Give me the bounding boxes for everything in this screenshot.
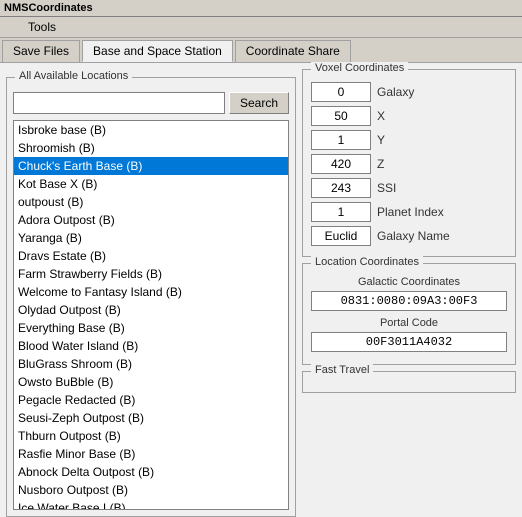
list-item[interactable]: Abnock Delta Outpost (B): [14, 463, 288, 481]
list-item[interactable]: Everything Base (B): [14, 319, 288, 337]
z-label: Z: [377, 157, 384, 171]
menu-bar: Tools: [0, 17, 522, 38]
tab-save-files[interactable]: Save Files: [2, 40, 80, 62]
y-row: Y: [311, 130, 507, 150]
y-label: Y: [377, 133, 385, 147]
list-item[interactable]: Seusi-Zeph Outpost (B): [14, 409, 288, 427]
ssi-label: SSI: [377, 181, 396, 195]
planet-index-row: Planet Index: [311, 202, 507, 222]
galaxy-label: Galaxy: [377, 85, 414, 99]
z-row: Z: [311, 154, 507, 174]
galaxy-input[interactable]: [311, 82, 371, 102]
locations-group-content: Search Isbroke base (B)Shroomish (B)Chuc…: [7, 78, 295, 516]
planet-index-label: Planet Index: [377, 205, 444, 219]
location-coords-content: Galactic Coordinates 0831:0080:09A3:00F3…: [303, 264, 515, 364]
list-item[interactable]: Chuck's Earth Base (B): [14, 157, 288, 175]
y-input[interactable]: [311, 130, 371, 150]
galactic-coords-value: 0831:0080:09A3:00F3: [311, 291, 507, 311]
list-item[interactable]: BluGrass Shroom (B): [14, 355, 288, 373]
galaxy-row: Galaxy: [311, 82, 507, 102]
voxel-coords-content: Galaxy X Y Z SSI: [303, 70, 515, 256]
list-item[interactable]: Owsto BuBble (B): [14, 373, 288, 391]
list-item[interactable]: Isbroke base (B): [14, 121, 288, 139]
portal-code-value: 00F3011A4032: [311, 332, 507, 352]
galactic-coords-label: Galactic Coordinates: [311, 276, 507, 288]
voxel-coords-group: Voxel Coordinates Galaxy X Y Z: [302, 69, 516, 257]
z-input[interactable]: [311, 154, 371, 174]
main-content: All Available Locations Search Isbroke b…: [0, 63, 522, 501]
menu-item-tools[interactable]: Tools: [24, 19, 60, 35]
title-bar: NMSCoordinates: [0, 0, 522, 17]
x-input[interactable]: [311, 106, 371, 126]
list-item[interactable]: Pegacle Redacted (B): [14, 391, 288, 409]
list-item[interactable]: Ice Water Base I (B): [14, 499, 288, 510]
tabs-bar: Save Files Base and Space Station Coordi…: [0, 38, 522, 63]
list-item[interactable]: Nusboro Outpost (B): [14, 481, 288, 499]
ssi-input[interactable]: [311, 178, 371, 198]
search-input[interactable]: [13, 92, 225, 114]
fast-travel-title: Fast Travel: [311, 364, 373, 376]
portal-code-label: Portal Code: [311, 317, 507, 329]
x-label: X: [377, 109, 385, 123]
list-item[interactable]: outpoust (B): [14, 193, 288, 211]
menu-item-blank[interactable]: [4, 19, 12, 35]
list-item[interactable]: Kot Base X (B): [14, 175, 288, 193]
location-coords-title: Location Coordinates: [311, 256, 423, 268]
list-item[interactable]: Rasfie Minor Base (B): [14, 445, 288, 463]
list-item[interactable]: Olydad Outpost (B): [14, 301, 288, 319]
list-item[interactable]: Blood Water Island (B): [14, 337, 288, 355]
galaxy-name-row: Galaxy Name: [311, 226, 507, 246]
list-item[interactable]: Thburn Outpost (B): [14, 427, 288, 445]
list-item[interactable]: Yaranga (B): [14, 229, 288, 247]
galaxy-name-input[interactable]: [311, 226, 371, 246]
search-row: Search: [13, 92, 289, 114]
right-panel: Voxel Coordinates Galaxy X Y Z: [302, 69, 516, 495]
search-button[interactable]: Search: [229, 92, 289, 114]
location-coords-group: Location Coordinates Galactic Coordinate…: [302, 263, 516, 365]
app-title: NMSCoordinates: [4, 2, 93, 14]
voxel-coords-title: Voxel Coordinates: [311, 62, 408, 74]
planet-index-input[interactable]: [311, 202, 371, 222]
list-item[interactable]: Dravs Estate (B): [14, 247, 288, 265]
list-item[interactable]: Adora Outpost (B): [14, 211, 288, 229]
list-item[interactable]: Farm Strawberry Fields (B): [14, 265, 288, 283]
ssi-row: SSI: [311, 178, 507, 198]
locations-group: All Available Locations Search Isbroke b…: [6, 77, 296, 517]
fast-travel-group: Fast Travel: [302, 371, 516, 393]
locations-group-title: All Available Locations: [15, 70, 132, 82]
left-panel: All Available Locations Search Isbroke b…: [6, 69, 296, 495]
list-item[interactable]: Welcome to Fantasy Island (B): [14, 283, 288, 301]
list-item[interactable]: Shroomish (B): [14, 139, 288, 157]
tab-base-space[interactable]: Base and Space Station: [82, 40, 233, 62]
locations-list[interactable]: Isbroke base (B)Shroomish (B)Chuck's Ear…: [13, 120, 289, 510]
x-row: X: [311, 106, 507, 126]
galaxy-name-label: Galaxy Name: [377, 229, 450, 243]
tab-coord-share[interactable]: Coordinate Share: [235, 40, 351, 62]
